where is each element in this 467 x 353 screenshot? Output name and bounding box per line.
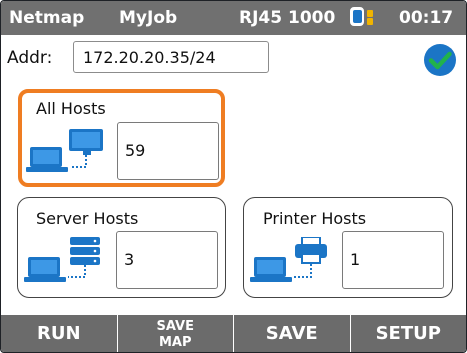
softkey-bar: RUN SAVE MAP SAVE SETUP	[1, 315, 466, 352]
server-hosts-count: 3	[116, 231, 218, 289]
network-hosts-icon	[26, 129, 103, 172]
address-field[interactable]	[73, 41, 269, 73]
job-name: MyJob	[119, 8, 178, 28]
address-label: Addr:	[7, 48, 53, 68]
server-hosts-title: Server Hosts	[36, 209, 139, 228]
server-hosts-panel[interactable]: Server Hosts 3	[17, 197, 226, 298]
save-map-button[interactable]: SAVE MAP	[116, 315, 234, 352]
save-button[interactable]: SAVE	[233, 315, 350, 352]
checkmark-icon	[424, 44, 456, 76]
all-hosts-count: 59	[117, 122, 219, 180]
server-hosts-icon	[24, 237, 100, 282]
printer-hosts-count: 1	[342, 231, 444, 289]
printer-hosts-panel[interactable]: Printer Hosts 1	[243, 197, 453, 298]
link-status: RJ45 1000	[239, 8, 336, 28]
printer-hosts-title: Printer Hosts	[263, 209, 367, 228]
battery-icon	[350, 6, 376, 28]
run-button[interactable]: RUN	[1, 315, 117, 352]
clock: 00:17	[399, 8, 454, 28]
save-map-line2: MAP	[158, 334, 192, 350]
netmap-screen: Netmap MyJob RJ45 1000 00:17 Addr: All H…	[0, 0, 467, 353]
title-bar: Netmap MyJob RJ45 1000 00:17	[1, 1, 466, 35]
all-hosts-panel[interactable]: All Hosts 59	[18, 89, 225, 187]
save-map-label: SAVE MAP	[157, 319, 194, 351]
app-title: Netmap	[9, 8, 85, 28]
printer-hosts-icon	[250, 237, 327, 282]
save-map-line1: SAVE	[156, 318, 194, 334]
setup-button[interactable]: SETUP	[349, 315, 467, 352]
all-hosts-title: All Hosts	[36, 99, 106, 118]
